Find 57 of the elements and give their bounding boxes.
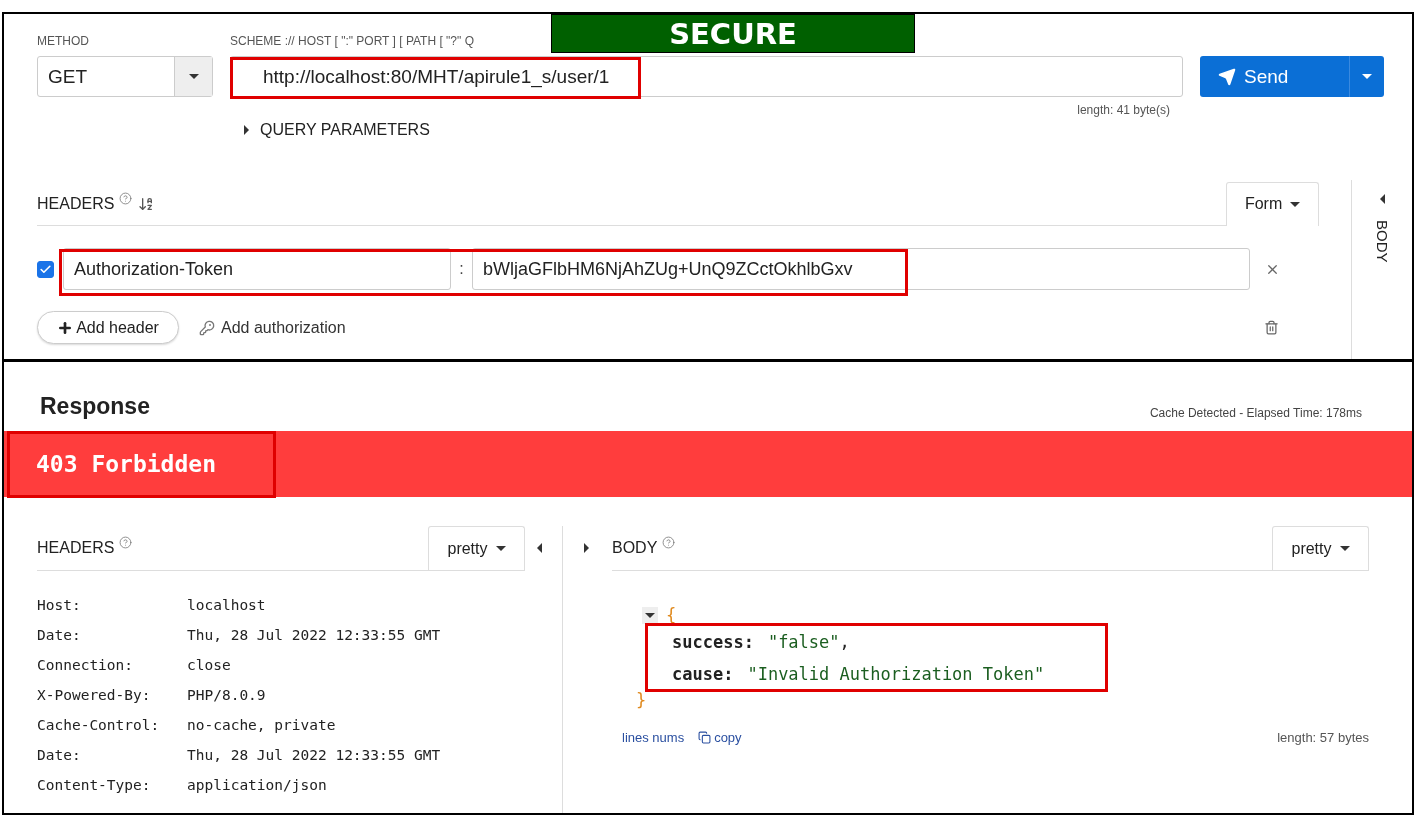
secure-banner: SECURE: [551, 14, 915, 53]
method-label: METHOD: [37, 34, 90, 48]
header-key-field[interactable]: Authorization-Token: [63, 248, 451, 290]
body-tab[interactable]: BODY: [1373, 180, 1391, 359]
header-name: Date:: [37, 626, 82, 645]
format-dropdown[interactable]: pretty: [1272, 526, 1369, 570]
header-value: PHP/8.0.9: [187, 686, 267, 705]
json-line: cause: "Invalid Authorization Token": [671, 663, 1046, 686]
header-name: Host:: [37, 596, 82, 615]
json-collapse-toggle[interactable]: [642, 606, 658, 624]
help-icon: [119, 536, 133, 549]
sort-icon[interactable]: [138, 195, 155, 212]
header-name: Date:: [37, 746, 82, 765]
header-name: Cache-Control:: [37, 716, 161, 735]
header-value-field[interactable]: bWljaGFlbHM6NjAhZUg+UnQ9ZCctOkhlbGxv: [472, 248, 1250, 290]
body-length: length: 57 bytes: [1277, 730, 1369, 745]
add-header-button[interactable]: Add header: [37, 311, 179, 344]
header-value: no-cache, private: [187, 716, 337, 735]
header-value: Thu, 28 Jul 2022 12:33:55 GMT: [187, 626, 442, 645]
response-title: Response: [40, 393, 150, 420]
status-text: 403 Forbidden: [36, 451, 216, 477]
headers-title: HEADERS: [37, 539, 115, 557]
url-field[interactable]: http://localhost:80/MHT/apirule1_s/user/1: [230, 56, 1183, 97]
body-title: BODY: [612, 539, 658, 557]
send-button[interactable]: Send: [1200, 56, 1349, 97]
copy-icon: [698, 731, 712, 744]
method-select[interactable]: GET: [37, 56, 213, 97]
header-name: Connection:: [37, 656, 135, 675]
check-icon: [39, 262, 52, 276]
json-line: success: "false",: [671, 631, 851, 654]
query-parameters-toggle[interactable]: QUERY PARAMETERS: [244, 121, 430, 139]
help-icon: [119, 192, 133, 205]
header-value: application/json: [187, 776, 328, 795]
json-brace: }: [636, 690, 647, 710]
copy-link[interactable]: copy: [698, 730, 742, 745]
trash-icon[interactable]: [1264, 320, 1280, 335]
header-name: X-Powered-By:: [37, 686, 152, 705]
header-checkbox[interactable]: [37, 260, 54, 278]
key-icon: [199, 319, 215, 336]
header-value: close: [187, 656, 232, 675]
url-length: length: 41 byte(s): [1076, 103, 1171, 117]
header-value: Thu, 28 Jul 2022 12:33:55 GMT: [187, 746, 442, 765]
form-dropdown[interactable]: Form: [1226, 181, 1320, 226]
header-name: Content-Type:: [37, 776, 152, 795]
line-numbers-link[interactable]: lines nums: [622, 730, 685, 745]
paper-plane-icon: [1218, 67, 1236, 86]
key-value-separator: :: [458, 260, 465, 278]
caret-icon: [188, 74, 199, 79]
json-brace: {: [666, 605, 677, 625]
header-value: localhost: [187, 596, 267, 615]
add-authorization-link[interactable]: Add authorization: [199, 318, 346, 337]
url-label: SCHEME :// HOST [ ":" PORT ] [ PATH [ "?" Q: [230, 34, 475, 48]
help-icon: [662, 536, 676, 549]
elapsed-time: Cache Detected - Elapsed Time: 178ms: [1149, 406, 1362, 420]
plus-icon: [57, 319, 74, 336]
format-dropdown[interactable]: pretty: [428, 526, 525, 570]
headers-title: HEADERS: [37, 194, 115, 213]
